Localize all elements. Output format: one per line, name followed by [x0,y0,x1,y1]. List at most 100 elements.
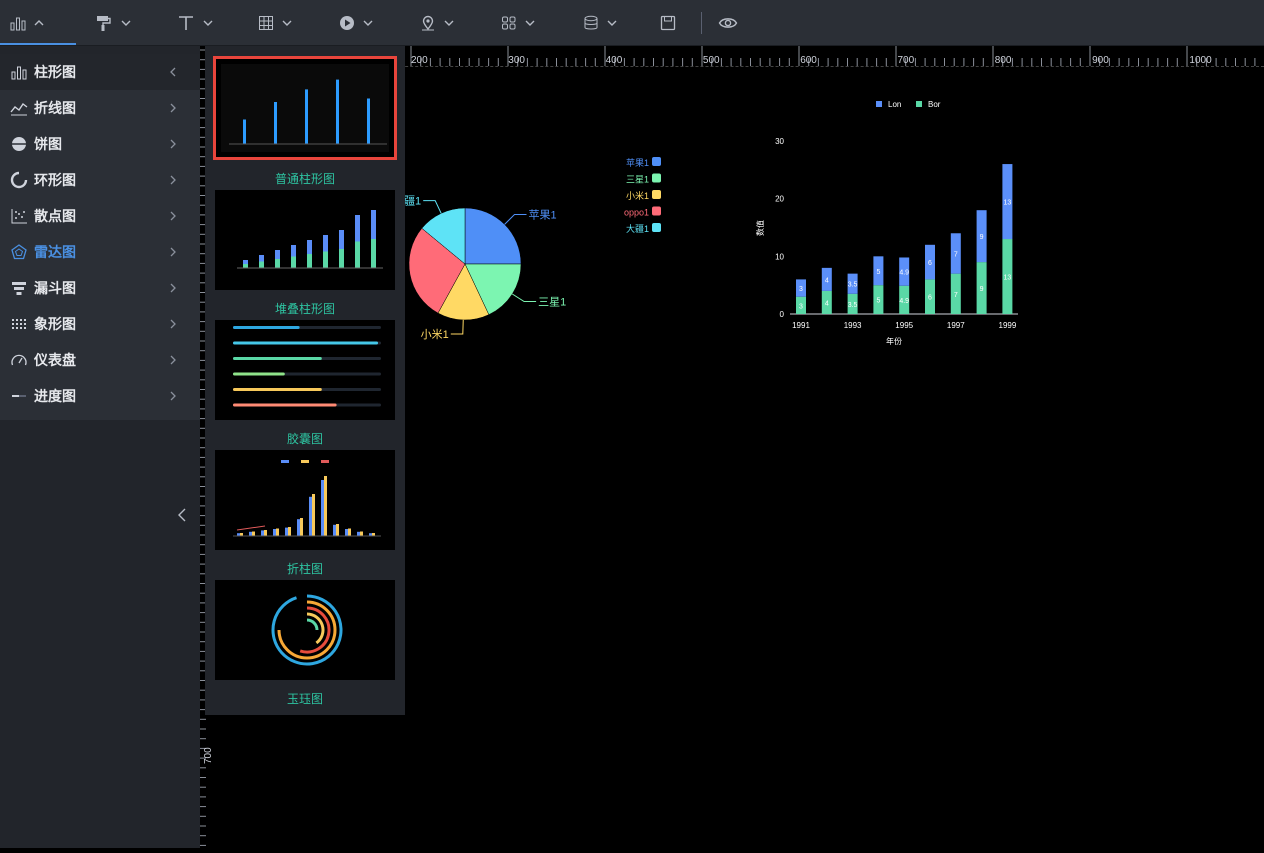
thumb-stacked-bar[interactable] [215,190,395,290]
pie-slice-label: 疆1 [404,195,421,208]
chevron-right-icon [169,317,177,333]
data-menu-button[interactable] [583,10,617,36]
preview-eye-icon [718,18,738,28]
bar-data-label: 9 [980,234,984,241]
bar-y-tick: 20 [775,195,784,204]
sidebar-item-label: 象形图 [34,316,76,332]
sidebar-item-pie[interactable]: 饼图 [0,126,205,162]
database-icon [584,15,598,30]
component-menu-button[interactable] [501,10,535,36]
chevron-right-icon [169,353,177,369]
chevron-left-icon [178,508,186,522]
thumb-label: 折柱图 [286,562,323,576]
bar-data-label: 6 [928,295,932,302]
chart-template-panel: 普通柱形图 堆叠柱形图 胶囊图 折柱图 玉珏图 [205,46,405,715]
bar-legend-label: Bor [928,100,941,109]
map-menu-button[interactable] [420,10,454,36]
chevron-right-icon [169,281,177,297]
bar-icon [10,63,28,81]
thumb-jade-ring[interactable] [215,580,395,680]
sidebar-item-label: 仪表盘 [34,352,76,368]
bar-x-tick: 1995 [895,321,913,330]
save-button[interactable] [660,10,676,36]
bar-data-label: 4 [825,300,829,307]
collapse-panel-button[interactable] [176,506,192,526]
ruler-tick-label: 200 [411,55,428,66]
map-pin-icon [422,15,434,31]
ruler-tick-label: 700 [203,747,214,764]
bar-x-axis-label: 年份 [886,336,902,346]
pie-legend-label: 苹果1 [626,157,649,168]
bar-data-label: 4.9 [899,298,909,305]
ruler-tick-label: 900 [1092,55,1109,66]
bar-data-label: 13 [1004,200,1012,207]
ruler-tick-label: 600 [800,55,817,66]
funnel-icon [10,279,28,297]
bar-data-label: 5 [876,269,880,276]
ruler-tick-label: 1000 [1189,55,1212,66]
ruler-tick-label: 500 [703,55,720,66]
chevron-down-icon [444,20,454,26]
bar-data-label: 9 [980,286,984,293]
sidebar-item-label: 折线图 [34,100,76,116]
gauge-icon [10,351,28,369]
toolbar-divider [701,12,702,34]
bar-y-tick: 30 [775,137,784,146]
thumb-line-bar[interactable] [215,450,395,550]
pie-slice-label: 三星1 [538,296,566,309]
sidebar-item-label: 散点图 [34,208,76,224]
chevron-down-icon [607,20,617,26]
thumb-normal-bar[interactable] [213,56,397,160]
sidebar-item-line[interactable]: 折线图 [0,90,205,126]
pie-legend-label: oppo1 [624,208,649,218]
bar-x-tick: 1999 [999,321,1017,330]
media-menu-button[interactable] [339,10,373,36]
chevron-right-icon [169,245,177,261]
bar-data-label: 4 [825,277,829,284]
progress-icon [10,387,28,405]
sidebar-item-pictorial[interactable]: 象形图 [0,306,205,342]
table-menu-button[interactable] [258,10,292,36]
sidebar-item-label: 雷达图 [34,244,76,260]
pie-legend-swatch [652,223,661,232]
bar-data-label: 6 [928,260,932,267]
sidebar-item-ring[interactable]: 环形图 [0,162,205,198]
sidebar-item-radar[interactable]: 雷达图 [0,234,205,270]
grid-squares-icon [502,16,516,30]
scatter-icon [10,207,28,225]
chevron-up-icon [34,20,44,26]
preview-button[interactable] [718,10,738,36]
pie-legend-swatch [652,206,661,216]
pie-slice-label: 小米1 [421,328,449,341]
chart-category-menu: 柱形图折线图饼图 环形图散点图雷达图漏斗图象形图仪表盘进度图 [0,54,205,420]
sidebar-item-gauge[interactable]: 仪表盘 [0,342,205,378]
bar-data-label: 7 [954,251,958,258]
sidebar-item-funnel[interactable]: 漏斗图 [0,270,205,306]
style-menu-button[interactable] [95,10,131,36]
sidebar-item-label: 柱形图 [34,64,76,80]
pie-legend-label: 大疆1 [626,223,649,234]
thumb-capsule[interactable] [215,320,395,420]
chevron-right-icon [169,209,177,225]
chevron-down-icon [525,20,535,26]
bar-x-tick: 1991 [792,321,810,330]
table-icon [259,16,273,30]
sidebar-item-progress[interactable]: 进度图 [0,378,205,414]
pie-slice-label: 苹果1 [528,208,556,222]
pictorial-icon [10,315,28,333]
pie-legend-swatch [652,157,661,166]
sidebar-item-bar[interactable]: 柱形图 [0,54,205,90]
pie-legend-label: 小米1 [626,190,649,201]
chart-menu-button[interactable] [10,10,44,36]
text-menu-button[interactable] [177,10,213,36]
ruler-tick-label: 700 [898,55,915,66]
ruler-tick-label: 300 [508,55,525,66]
bar-legend-label: Lon [888,100,901,109]
ruler-tick-label: 800 [995,55,1012,66]
sidebar-item-scatter[interactable]: 散点图 [0,198,205,234]
pie-icon [10,135,28,153]
bar-x-tick: 1993 [844,321,862,330]
ring-icon [10,171,28,189]
top-toolbar [0,0,1264,46]
chevron-right-icon [169,101,177,117]
